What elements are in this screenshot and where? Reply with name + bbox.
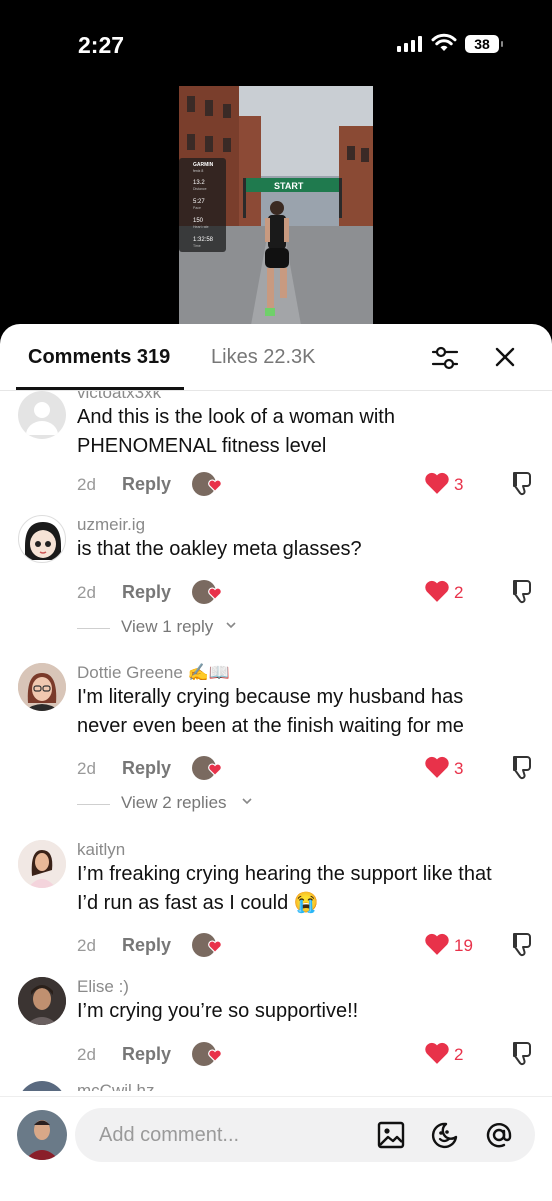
avatar[interactable]: [18, 391, 66, 439]
like-heart-icon[interactable]: [424, 579, 450, 603]
creator-heart-icon: [208, 1049, 222, 1062]
wifi-icon: [431, 33, 457, 51]
mention-icon[interactable]: [483, 1120, 515, 1150]
comment-meta: 2d Reply 19: [77, 933, 547, 960]
battery-icon: 38: [465, 35, 503, 53]
video-banner-text: START: [274, 181, 304, 191]
creator-heart-icon: [208, 763, 222, 776]
avatar[interactable]: [18, 663, 66, 711]
tab-comments[interactable]: Comments 319: [28, 346, 170, 369]
comments-sheet: Comments 319 Likes 22.3K victoatx3xk And…: [0, 324, 552, 1200]
comment-meta: 2d Reply 3: [77, 472, 547, 499]
active-tab-indicator: [16, 387, 184, 390]
view-replies-button[interactable]: View 2 replies: [77, 793, 277, 815]
like-count: 3: [454, 475, 464, 494]
comment-age: 2d: [77, 583, 96, 602]
view-replies-button[interactable]: View 1 reply: [77, 617, 277, 639]
comment-age: 2d: [77, 936, 96, 955]
like-count: 19: [454, 936, 473, 955]
like-heart-icon[interactable]: [424, 471, 450, 495]
image-icon[interactable]: [375, 1120, 407, 1150]
like-count: 3: [454, 759, 464, 778]
comment-age: 2d: [77, 759, 96, 778]
comment-username[interactable]: victoatx3xk: [77, 391, 161, 403]
divider: [77, 804, 110, 805]
overlay-model: fenix 8: [193, 169, 203, 173]
dislike-icon[interactable]: [509, 753, 535, 781]
avatar[interactable]: [18, 840, 66, 888]
my-avatar[interactable]: [17, 1110, 67, 1160]
comment-username[interactable]: Elise :): [77, 977, 129, 997]
comment-input-bar: [0, 1096, 552, 1201]
reply-button[interactable]: Reply: [122, 582, 171, 603]
dislike-icon[interactable]: [509, 930, 535, 958]
comment-username[interactable]: kaitlyn: [77, 840, 125, 860]
comment-age: 2d: [77, 1045, 96, 1064]
reply-button[interactable]: Reply: [122, 935, 171, 956]
video-player[interactable]: START GARMIN fenix 8 13.2 Distance 5:27 …: [179, 86, 373, 336]
avatar[interactable]: [18, 977, 66, 1025]
overlay-brand: GARMIN: [193, 162, 214, 168]
creator-heart-icon: [208, 940, 222, 953]
chevron-down-icon: [226, 622, 236, 629]
comment-text: I’m crying you’re so supportive!!: [77, 1000, 359, 1022]
overlay-stat-label: Heart rate: [193, 225, 209, 229]
creator-heart-icon: [208, 479, 222, 492]
dislike-icon[interactable]: [509, 577, 535, 605]
reply-button[interactable]: Reply: [122, 758, 171, 779]
dislike-icon[interactable]: [509, 469, 535, 497]
comment-text: I’m freaking crying hearing the support …: [77, 863, 492, 914]
comment-input-container[interactable]: [75, 1108, 535, 1162]
like-heart-icon[interactable]: [424, 932, 450, 956]
tab-likes[interactable]: Likes 22.3K: [211, 346, 316, 369]
signal-icon: [397, 36, 422, 52]
overlay-stat-value: 1:32:58: [193, 237, 214, 243]
comment-meta: 2d Reply 3: [77, 756, 547, 783]
video-frame: START GARMIN fenix 8 13.2 Distance 5:27 …: [179, 86, 373, 336]
comment-text: is that the oakley meta glasses?: [77, 538, 362, 560]
like-count: 2: [454, 1045, 464, 1064]
comment-text: I'm literally crying because my husband …: [77, 686, 464, 737]
reply-button[interactable]: Reply: [122, 474, 171, 495]
overlay-stat-value: 150: [193, 218, 204, 224]
chevron-down-icon: [242, 798, 252, 805]
creator-heart-icon: [208, 587, 222, 600]
comment-meta: 2d Reply 2: [77, 1042, 547, 1069]
like-heart-icon[interactable]: [424, 1041, 450, 1065]
overlay-stat-label: Distance: [193, 187, 207, 191]
overlay-stat-value: 5:27: [193, 199, 205, 205]
filter-icon[interactable]: [430, 344, 460, 372]
status-time: 2:27: [78, 32, 125, 58]
status-bar: 2:27 38: [0, 0, 552, 86]
comment-username[interactable]: Dottie Greene ✍️📖: [77, 663, 230, 683]
comment-meta: 2d Reply 2: [77, 580, 547, 607]
view-replies-label: View 2 replies: [121, 793, 227, 812]
divider: [77, 628, 110, 629]
tab-bar: Comments 319 Likes 22.3K: [0, 324, 552, 391]
view-replies-label: View 1 reply: [121, 617, 214, 636]
sticker-icon[interactable]: [430, 1120, 462, 1150]
comment-username[interactable]: mcCwil.hz: [77, 1081, 154, 1091]
overlay-stat-label: Time: [193, 244, 201, 248]
comment-input[interactable]: [97, 1121, 361, 1149]
comment-list[interactable]: victoatx3xk And this is the look of a wo…: [0, 391, 552, 1091]
overlay-stat-value: 13.2: [193, 180, 205, 186]
avatar[interactable]: [18, 515, 66, 563]
reply-button[interactable]: Reply: [122, 1044, 171, 1065]
like-count: 2: [454, 583, 464, 602]
comment-age: 2d: [77, 475, 96, 494]
like-heart-icon[interactable]: [424, 755, 450, 779]
dislike-icon[interactable]: [509, 1039, 535, 1067]
close-icon[interactable]: [492, 344, 518, 370]
comment-username[interactable]: uzmeir.ig: [77, 515, 145, 535]
overlay-stat-label: Pace: [193, 206, 201, 210]
avatar[interactable]: [18, 1081, 66, 1091]
comment-text: And this is the look of a woman with PHE…: [77, 406, 395, 457]
